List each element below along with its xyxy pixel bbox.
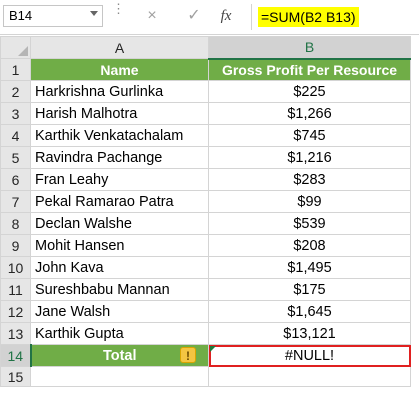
row-header[interactable]: 2 <box>0 80 31 103</box>
row-header[interactable]: 8 <box>0 212 31 235</box>
row-header[interactable]: 4 <box>0 124 31 147</box>
total-label-cell[interactable]: Total ! <box>30 344 209 367</box>
error-triangle-icon <box>210 346 216 352</box>
grip-dots-icon[interactable]: ⋮ <box>112 2 125 27</box>
formula-text: =SUM(B2 B13) <box>258 7 359 27</box>
column-header-b[interactable]: B <box>208 36 411 60</box>
cancel-icon[interactable]: × <box>140 6 164 26</box>
row-header[interactable]: 1 <box>0 58 31 81</box>
name-cell[interactable]: Harish Malhotra <box>30 102 209 125</box>
name-cell[interactable]: Harkrishna Gurlinka <box>30 80 209 103</box>
insert-function-icon[interactable]: fx <box>214 6 238 26</box>
name-box[interactable]: B14 <box>3 5 103 27</box>
column-header-a[interactable]: A <box>30 36 209 59</box>
select-all-corner[interactable] <box>0 36 31 59</box>
value-cell[interactable]: $99 <box>208 190 411 213</box>
value-cell[interactable]: $283 <box>208 168 411 191</box>
enter-icon[interactable]: ✓ <box>182 6 206 26</box>
row-header[interactable]: 3 <box>0 102 31 125</box>
name-cell[interactable]: Karthik Gupta <box>30 322 209 345</box>
value-cell[interactable]: $539 <box>208 212 411 235</box>
name-cell[interactable]: Ravindra Pachange <box>30 146 209 169</box>
value-cell[interactable]: $225 <box>208 80 411 103</box>
row-header[interactable]: 9 <box>0 234 31 257</box>
name-cell[interactable]: Sureshbabu Mannan <box>30 278 209 301</box>
name-cell[interactable]: Fran Leahy <box>30 168 209 191</box>
value-cell[interactable]: $1,495 <box>208 256 411 279</box>
value-cell[interactable]: $1,266 <box>208 102 411 125</box>
formula-bar: B14 ⋮ × ✓ fx =SUM(B2 B13) <box>0 0 419 35</box>
value-cell[interactable]: $175 <box>208 278 411 301</box>
formula-input[interactable]: =SUM(B2 B13) <box>251 4 419 30</box>
value-cell[interactable]: $13,121 <box>208 322 411 345</box>
value-cell[interactable]: $208 <box>208 234 411 257</box>
empty-cell[interactable] <box>208 366 411 387</box>
row-header[interactable]: 5 <box>0 146 31 169</box>
name-cell[interactable]: Mohit Hansen <box>30 234 209 257</box>
name-cell[interactable]: Pekal Ramarao Patra <box>30 190 209 213</box>
error-value: #NULL! <box>284 347 335 364</box>
row-header[interactable]: 13 <box>0 322 31 345</box>
row-header[interactable]: 6 <box>0 168 31 191</box>
value-cell[interactable]: $1,645 <box>208 300 411 323</box>
selected-error-cell[interactable]: #NULL! <box>208 344 411 367</box>
row-header[interactable]: 11 <box>0 278 31 301</box>
spreadsheet-grid: A B 1 Name Gross Profit Per Resource 2 Ha… <box>0 36 411 387</box>
row-header-active[interactable]: 14 <box>0 344 32 367</box>
chevron-down-icon[interactable] <box>90 11 98 16</box>
value-cell[interactable]: $745 <box>208 124 411 147</box>
name-cell[interactable]: Jane Walsh <box>30 300 209 323</box>
row-header[interactable]: 10 <box>0 256 31 279</box>
name-cell[interactable]: John Kava <box>30 256 209 279</box>
empty-cell[interactable] <box>30 366 209 387</box>
warning-icon[interactable]: ! <box>180 347 196 363</box>
name-cell[interactable]: Declan Walshe <box>30 212 209 235</box>
header-cell-gross-profit[interactable]: Gross Profit Per Resource <box>208 58 411 81</box>
total-label: Total <box>102 347 137 364</box>
row-header[interactable]: 12 <box>0 300 31 323</box>
row-header[interactable]: 7 <box>0 190 31 213</box>
name-box-value: B14 <box>9 8 33 23</box>
row-header[interactable]: 15 <box>0 366 31 387</box>
value-cell[interactable]: $1,216 <box>208 146 411 169</box>
name-cell[interactable]: Karthik Venkatachalam <box>30 124 209 147</box>
select-all-triangle-icon <box>18 46 28 56</box>
header-cell-name[interactable]: Name <box>30 58 209 81</box>
